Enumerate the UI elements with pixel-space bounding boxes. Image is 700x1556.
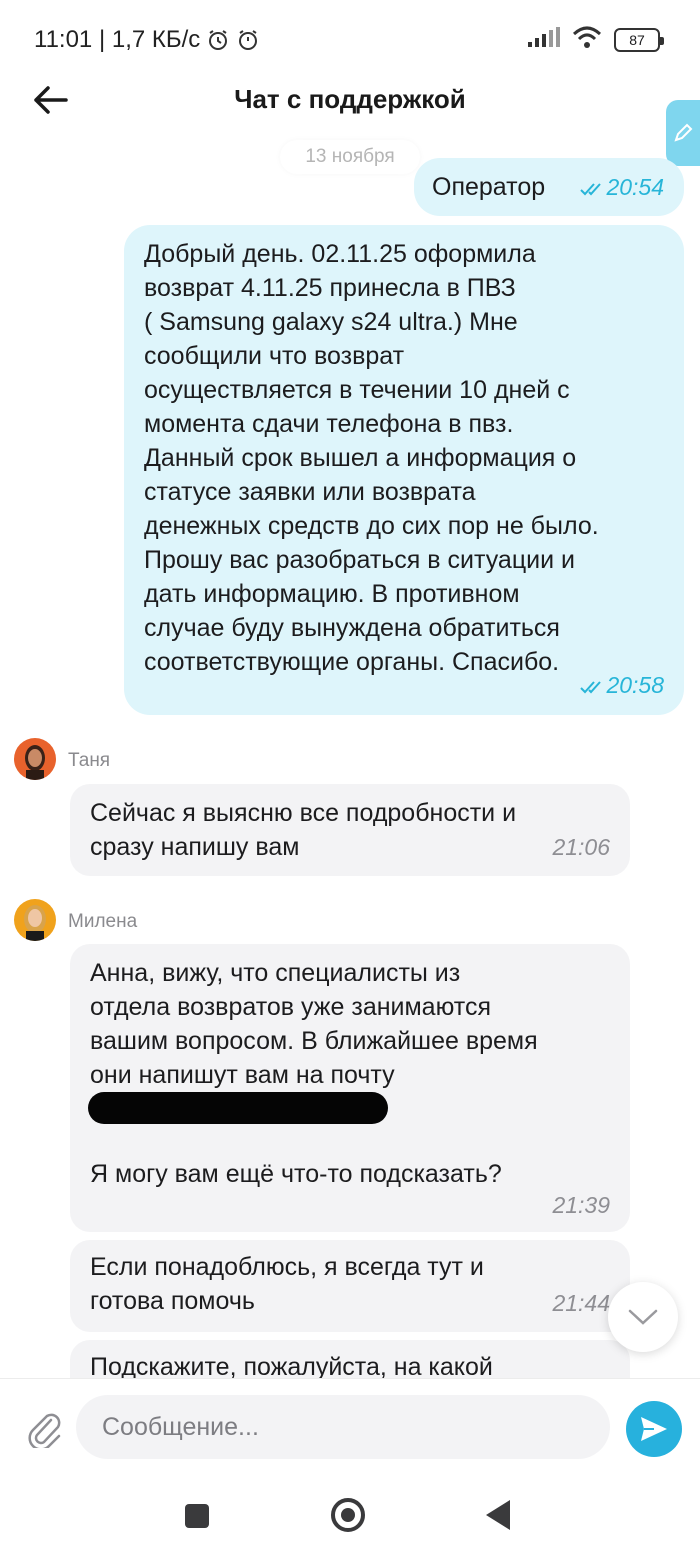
avatar[interactable] <box>14 738 56 780</box>
double-check-icon <box>580 681 602 694</box>
edit-button[interactable] <box>666 100 700 166</box>
status-bar: 11:01 | 1,7 КБ/с 87 <box>0 0 700 80</box>
message-text: Добрый день. 02.11.25 оформила возврат 4… <box>144 240 599 676</box>
battery-level: 87 <box>629 31 645 48</box>
battery-icon: 87 <box>614 27 664 52</box>
status-right: 87 <box>528 26 664 53</box>
send-button[interactable] <box>626 1401 682 1457</box>
home-icon[interactable] <box>331 1498 365 1532</box>
system-navbar <box>0 1474 700 1556</box>
message-time: 20:54 <box>580 170 664 204</box>
send-icon <box>641 1417 667 1441</box>
chevron-down-icon <box>628 1309 658 1325</box>
message-time-value: 20:58 <box>606 672 664 698</box>
message-text: Сейчас я выясню все подробности и сразу … <box>90 799 517 861</box>
outgoing-message[interactable]: Оператор 20:54 <box>414 158 684 216</box>
message-time: 20:58 <box>580 668 664 702</box>
pencil-icon <box>674 123 693 142</box>
sender-name: Таня <box>68 750 111 771</box>
status-left: 11:01 | 1,7 КБ/с <box>34 26 260 54</box>
incoming-message[interactable]: Анна, вижу, что специалисты из отдела во… <box>70 944 630 1232</box>
message-time-value: 20:54 <box>606 174 664 200</box>
chat-header: Чат с поддержкой <box>0 70 700 166</box>
message-text-followup: Я могу вам ещё что-то подсказать? <box>90 1160 502 1188</box>
alarm-icon <box>206 28 230 52</box>
message-time: 21:39 <box>552 1192 610 1218</box>
message-text: Если понадоблюсь, я всегда тут и готова … <box>90 1253 484 1315</box>
signal-icon <box>528 27 560 52</box>
alarm-clock-icon <box>236 28 260 52</box>
recents-icon[interactable] <box>185 1504 209 1528</box>
message-input[interactable] <box>76 1395 610 1459</box>
sender-name: Милена <box>68 911 138 932</box>
double-check-icon <box>580 183 602 196</box>
message-time: 21:44 <box>552 1290 610 1316</box>
date-separator: 13 ноября <box>280 140 420 174</box>
status-time-speed: 11:01 | 1,7 КБ/с <box>34 26 201 53</box>
message-text: Оператор <box>432 173 546 201</box>
scroll-down-button[interactable] <box>608 1282 678 1352</box>
redacted-email <box>88 1092 388 1124</box>
incoming-message[interactable]: Если понадоблюсь, я всегда тут и готова … <box>70 1240 630 1332</box>
wifi-icon <box>572 26 602 53</box>
attach-button[interactable] <box>22 1407 66 1451</box>
message-text: Анна, вижу, что специалисты из отдела во… <box>90 959 538 1089</box>
incoming-message[interactable]: Сейчас я выясню все подробности и сразу … <box>70 784 630 876</box>
paperclip-icon <box>28 1413 61 1448</box>
back-triangle-icon[interactable] <box>486 1500 510 1530</box>
message-time: 21:06 <box>552 834 610 860</box>
message-composer <box>0 1378 700 1474</box>
outgoing-message[interactable]: Добрый день. 02.11.25 оформила возврат 4… <box>124 225 684 715</box>
page-title: Чат с поддержкой <box>234 84 466 114</box>
avatar[interactable] <box>14 899 56 941</box>
